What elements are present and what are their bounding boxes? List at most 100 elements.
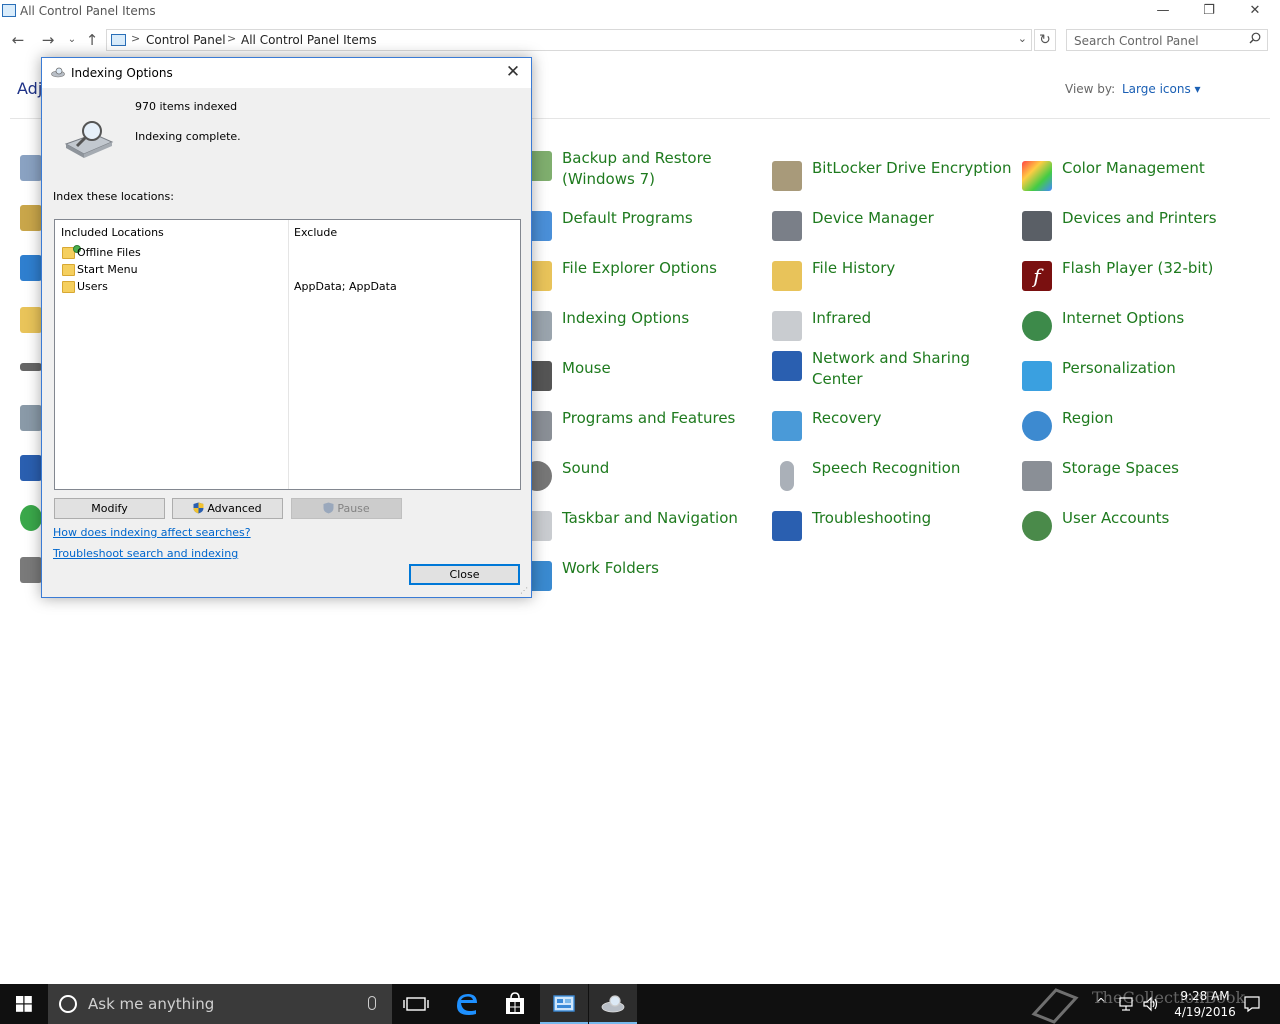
troubleshoot-link[interactable]: Troubleshoot search and indexing	[53, 547, 238, 560]
indexing-drive-icon	[64, 121, 114, 158]
folder-icon[interactable]	[20, 307, 42, 333]
back-arrow-icon[interactable]: ←	[8, 30, 28, 50]
flash-player-icon: f	[1022, 261, 1052, 291]
close-button[interactable]: Close	[409, 564, 520, 585]
volume-icon[interactable]	[1142, 996, 1160, 1024]
items-indexed-count: 970 items indexed	[135, 100, 238, 113]
up-arrow-icon[interactable]: ↑	[82, 30, 102, 50]
close-window-button[interactable]: ✕	[1232, 0, 1278, 24]
breadcrumb-control-panel[interactable]: Control Panel	[146, 33, 226, 47]
clock-time: 9:28 AM	[1180, 989, 1230, 1003]
modify-button[interactable]: Modify	[54, 498, 165, 519]
list-item[interactable]: Offline Files	[55, 245, 520, 262]
sync-center-icon[interactable]	[20, 505, 42, 531]
cortana-search-box[interactable]: Ask me anything	[48, 984, 392, 1024]
minimize-button[interactable]: —	[1140, 0, 1186, 24]
windows-logo-icon	[16, 996, 32, 1012]
indexing-options-taskbar-button[interactable]	[589, 984, 637, 1024]
restore-button[interactable]: ❐	[1186, 0, 1232, 24]
user-accounts-icon	[1022, 511, 1052, 541]
microphone-icon[interactable]	[368, 996, 376, 1010]
start-button[interactable]	[0, 984, 48, 1024]
cortana-search-text: Ask me anything	[88, 995, 215, 1013]
keyboard-icon[interactable]	[20, 363, 42, 371]
task-view-icon	[403, 997, 429, 1011]
breadcrumb-all-items[interactable]: All Control Panel Items	[241, 33, 377, 47]
view-by-label: View by:	[1065, 82, 1116, 96]
store-taskbar-button[interactable]	[491, 984, 539, 1024]
dialog-close-icon[interactable]: ✕	[503, 62, 523, 82]
control-panel-icon	[553, 995, 575, 1012]
show-hidden-icons-chevron[interactable]: ^	[1096, 996, 1106, 1024]
personalization-icon	[1022, 361, 1052, 391]
edge-taskbar-button[interactable]	[443, 984, 491, 1024]
file-history-icon	[772, 261, 802, 291]
network-sharing-icon	[772, 351, 802, 381]
clock[interactable]: 9:28 AM 4/19/2016	[1170, 988, 1240, 1020]
column-header-exclude[interactable]: Exclude	[294, 226, 337, 239]
recent-locations-chevron-icon[interactable]: ⌄	[62, 30, 82, 50]
infrared-icon	[772, 311, 802, 341]
breadcrumb-separator: >	[227, 32, 237, 45]
uac-shield-icon	[323, 502, 334, 514]
index-locations-label: Index these locations:	[53, 190, 174, 203]
advanced-button[interactable]: Advanced	[172, 498, 283, 519]
page-heading: Adj	[17, 79, 43, 98]
indexing-options-icon	[601, 995, 625, 1013]
list-item[interactable]: Start Menu	[55, 262, 520, 279]
forward-arrow-icon[interactable]: →	[38, 30, 58, 50]
device-manager-icon	[772, 211, 802, 241]
address-toolbar: ← → ⌄ ↑ > Control Panel > All Control Pa…	[0, 26, 1280, 54]
network-icon[interactable]	[1118, 996, 1134, 1024]
pause-button[interactable]: Pause	[291, 498, 402, 519]
cortana-icon	[59, 995, 77, 1013]
view-by-dropdown[interactable]: Large icons ▾	[1122, 82, 1201, 96]
address-dropdown-icon[interactable]: ⌄	[1018, 32, 1027, 45]
speech-recognition-icon	[780, 461, 794, 491]
search-icon[interactable]	[1249, 32, 1261, 47]
folder-icon	[62, 245, 81, 259]
troubleshooting-icon	[772, 511, 802, 541]
taskbar: Ask me anything TheCollectionBook ^ 9:28…	[0, 984, 1280, 1024]
window-title: All Control Panel Items	[20, 4, 156, 18]
locations-list[interactable]: Included Locations Exclude Offline Files…	[54, 219, 521, 490]
dialog-title: Indexing Options	[71, 66, 173, 80]
task-view-button[interactable]	[392, 984, 440, 1024]
control-panel-icon	[2, 4, 16, 17]
storage-spaces-icon	[1022, 461, 1052, 491]
display-icon[interactable]	[20, 255, 42, 281]
remote-app-icon[interactable]	[20, 455, 42, 481]
explorer-titlebar: All Control Panel Items — ❐ ✕	[0, 0, 1280, 24]
control-panel-taskbar-button[interactable]	[540, 984, 588, 1024]
clock-date: 4/19/2016	[1174, 1005, 1236, 1019]
breadcrumb-separator: >	[131, 32, 141, 45]
folder-icon	[62, 264, 75, 276]
search-input[interactable]	[1074, 31, 1244, 51]
indexing-options-icon	[51, 67, 65, 78]
edge-icon	[457, 994, 477, 1015]
action-center-icon[interactable]	[1243, 995, 1261, 1024]
column-header-included[interactable]: Included Locations	[61, 226, 164, 239]
control-panel-crumb-icon	[111, 34, 126, 46]
address-bar[interactable]: > Control Panel > All Control Panel Item…	[106, 29, 1032, 51]
search-box[interactable]	[1066, 29, 1268, 51]
pause-button-label: Pause	[337, 502, 370, 515]
book-watermark-icon	[1031, 988, 1079, 1024]
store-icon	[506, 992, 524, 1014]
refresh-icon[interactable]: ↻	[1034, 29, 1056, 51]
administrative-tools-icon[interactable]	[20, 155, 42, 181]
how-indexing-affects-link[interactable]: How does indexing affect searches?	[53, 526, 251, 539]
devices-printers-icon	[1022, 211, 1052, 241]
uac-shield-icon	[193, 502, 204, 514]
color-management-icon	[1022, 161, 1052, 191]
list-item[interactable]: Users AppData; AppData	[55, 279, 520, 296]
autoplay-icon[interactable]	[20, 205, 42, 231]
indexing-status: Indexing complete.	[135, 130, 241, 143]
windows-firewall-icon[interactable]	[20, 557, 42, 583]
recovery-icon	[772, 411, 802, 441]
internet-options-icon	[1022, 311, 1052, 341]
region-icon	[1022, 411, 1052, 441]
dialog-titlebar[interactable]: Indexing Options ✕	[42, 58, 531, 88]
resize-grip-icon[interactable]: ⋰	[520, 586, 529, 595]
phone-modem-icon[interactable]	[20, 405, 42, 431]
